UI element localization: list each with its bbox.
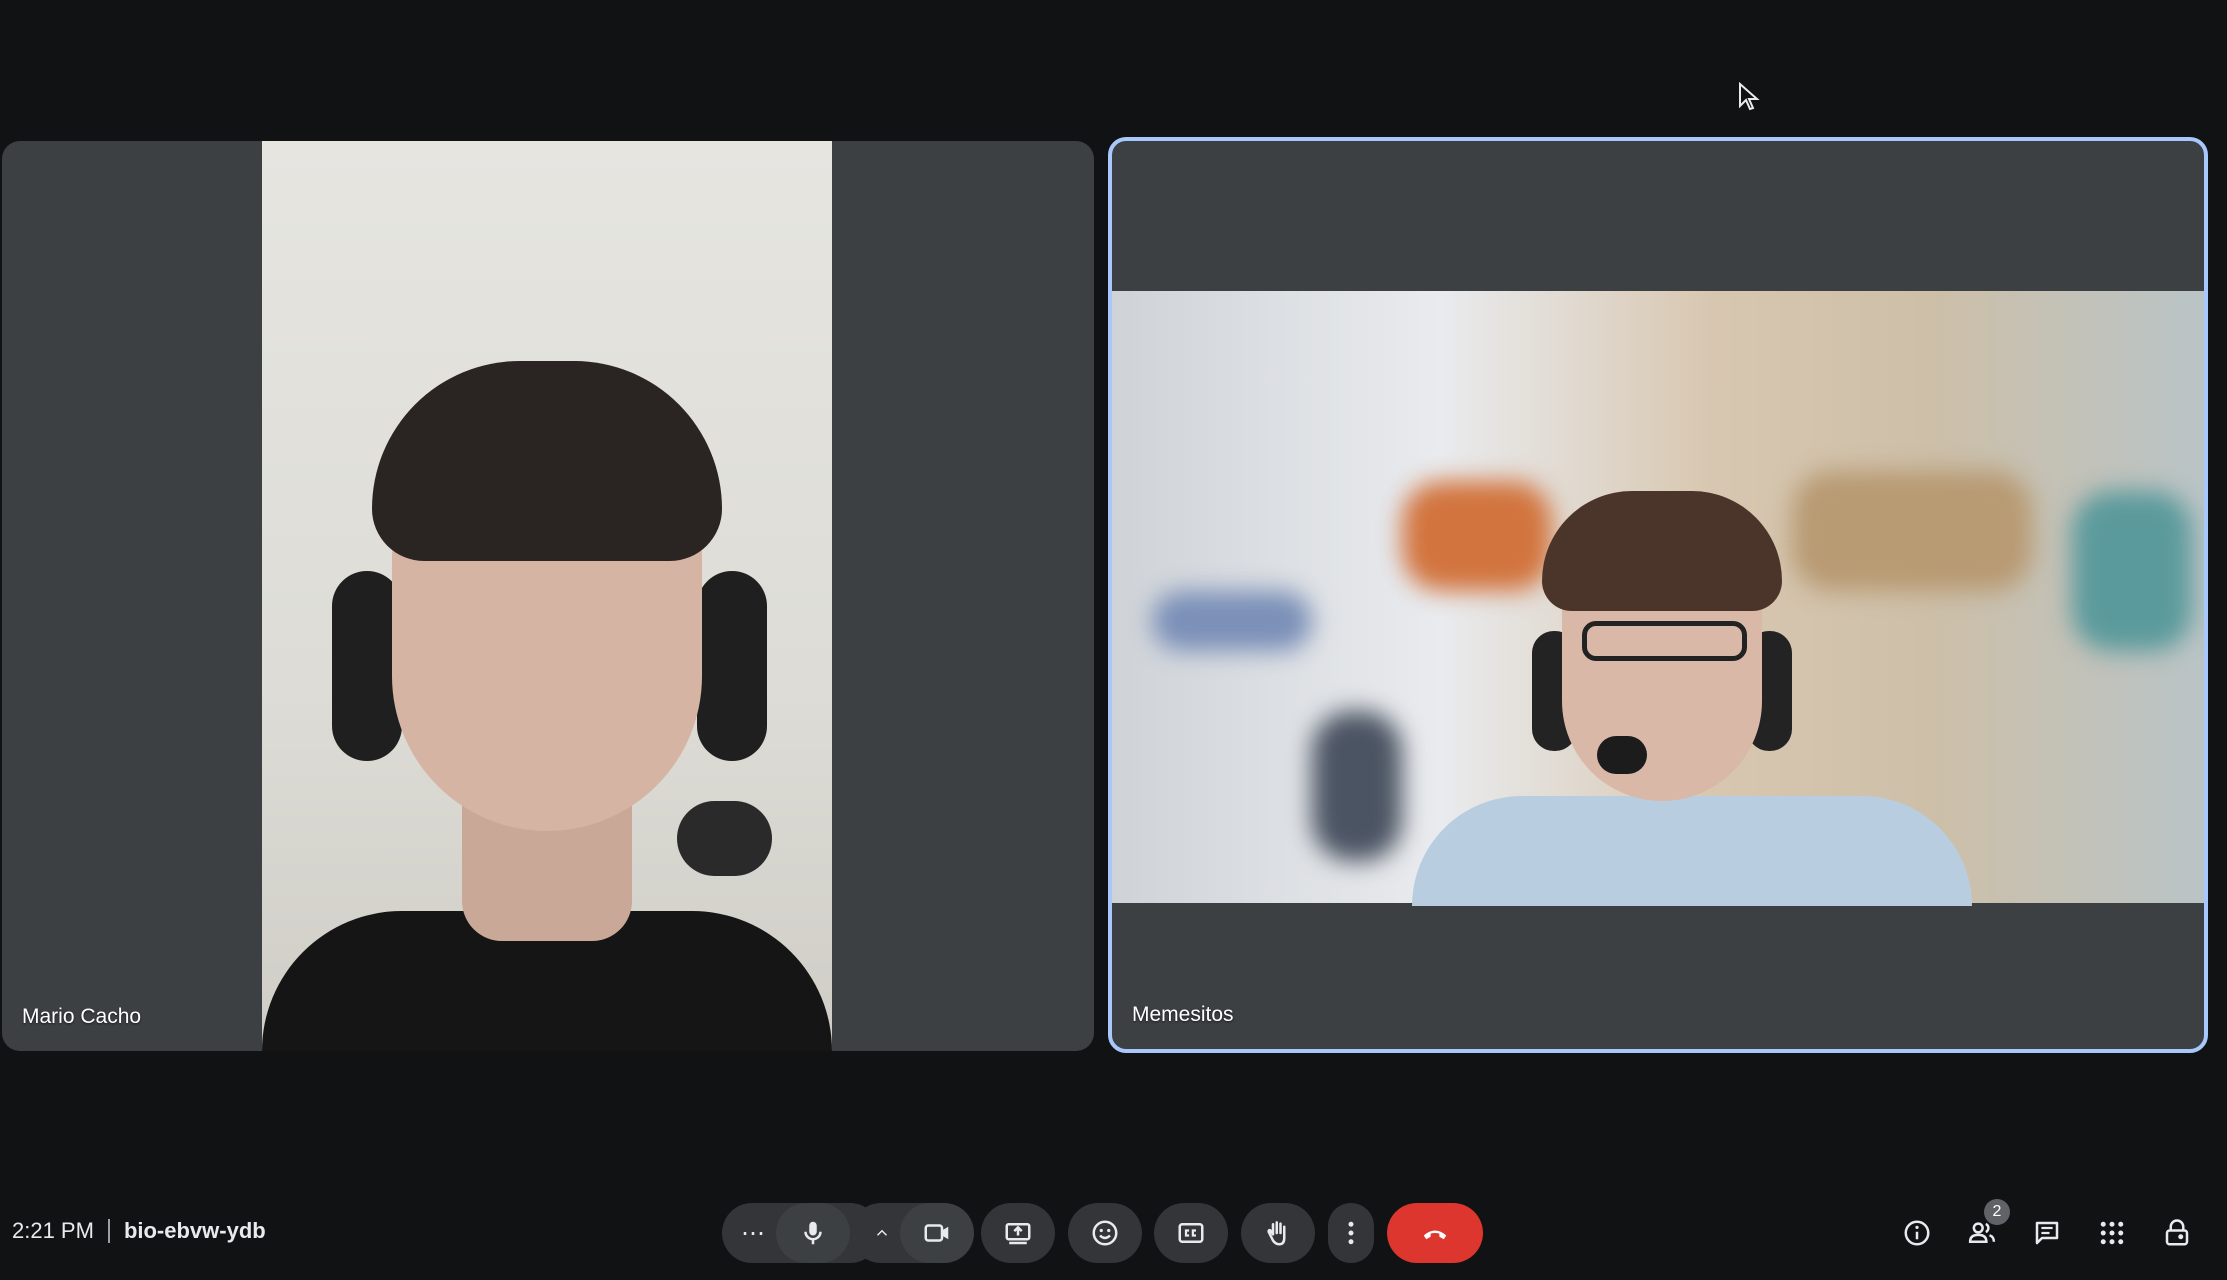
video-shape [677, 801, 772, 876]
video-shape [1597, 736, 1647, 774]
phone-hangup-icon [1423, 1230, 1447, 1240]
camera-button[interactable] [900, 1203, 974, 1263]
microphone-button[interactable] [776, 1203, 850, 1263]
more-horizontal-icon: ⋯ [741, 1219, 765, 1247]
reactions-button[interactable] [1068, 1203, 1142, 1263]
host-controls-button[interactable] [2157, 1213, 2197, 1253]
more-options-button[interactable] [1328, 1203, 1374, 1263]
video-shape [1542, 491, 1782, 611]
mouse-cursor-icon [1739, 82, 1760, 111]
apps-grid-icon [2100, 1221, 2124, 1245]
activities-button[interactable] [2092, 1213, 2132, 1253]
video-shape [697, 571, 767, 761]
people-count-badge: 2 [1984, 1199, 2010, 1225]
video-shape [372, 361, 722, 561]
video-shape [1312, 711, 1402, 861]
chevron-up-icon [876, 1229, 888, 1236]
participant-name: Memesitos [1132, 1003, 1234, 1026]
participant-tile-memesitos[interactable]: Memesitos [1108, 137, 2208, 1053]
video-shape [1402, 481, 1552, 591]
video-shape [1412, 796, 1972, 906]
chat-icon [2035, 1221, 2059, 1245]
lock-person-icon [2165, 1219, 2189, 1246]
video-shape [1792, 471, 2032, 591]
info-icon [1904, 1220, 1930, 1246]
meeting-details-button[interactable] [1897, 1213, 1937, 1253]
chat-button[interactable] [2027, 1213, 2067, 1253]
present-screen-button[interactable] [981, 1203, 1055, 1263]
present-screen-icon [1005, 1223, 1031, 1245]
video-shape [2072, 491, 2192, 651]
call-controls: ⋯ [0, 1203, 2227, 1263]
audio-options-button[interactable]: ⋯ [722, 1203, 784, 1263]
video-shape [1152, 591, 1312, 651]
participant-video [262, 141, 832, 1051]
participant-tile-mario[interactable]: Mario Cacho [2, 141, 1094, 1051]
more-vertical-icon [1348, 1221, 1354, 1245]
people-button[interactable]: 2 [1962, 1199, 2010, 1253]
captions-icon [1178, 1223, 1204, 1243]
video-shape [1582, 621, 1747, 661]
participant-video [1112, 291, 2204, 906]
hand-icon [1267, 1221, 1286, 1246]
video-camera-icon [924, 1224, 949, 1242]
microphone-icon [804, 1221, 822, 1245]
raise-hand-button[interactable] [1241, 1203, 1315, 1263]
captions-button[interactable] [1154, 1203, 1228, 1263]
emoji-icon [1092, 1220, 1118, 1246]
participant-name: Mario Cacho [22, 1005, 142, 1028]
end-call-button[interactable] [1387, 1203, 1483, 1263]
